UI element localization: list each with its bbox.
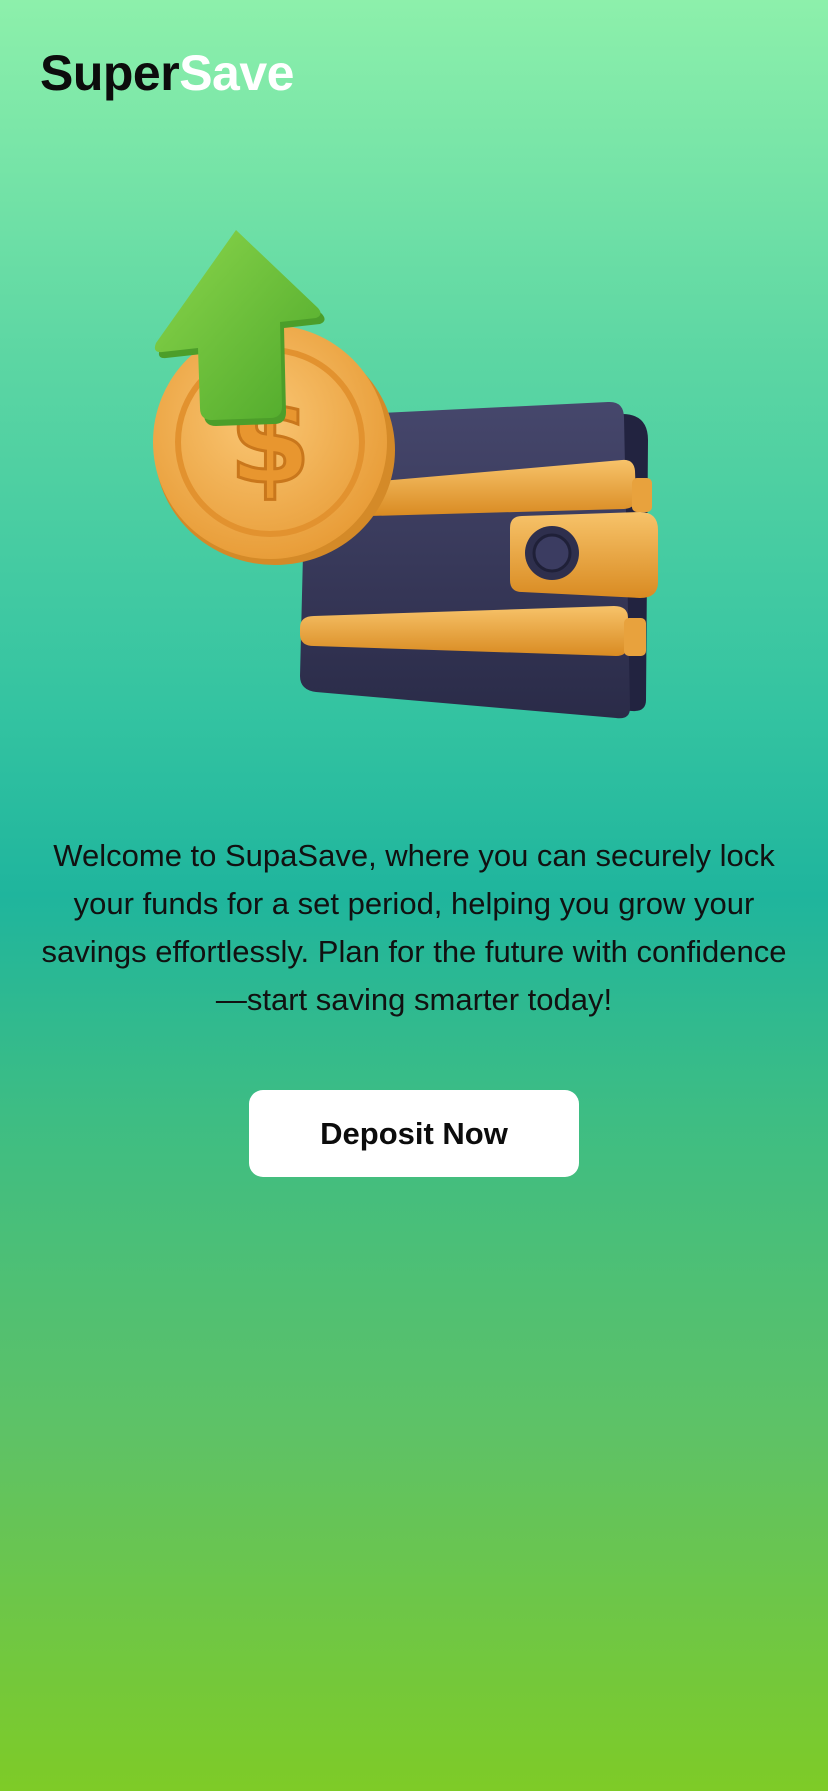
app-logo: SuperSave <box>40 44 294 102</box>
deposit-now-button[interactable]: Deposit Now <box>249 1090 579 1177</box>
welcome-message: Welcome to SupaSave, where you can secur… <box>41 838 787 1017</box>
logo-text-super: Super <box>40 45 180 101</box>
logo-text-save: Save <box>179 45 294 101</box>
wallet-coin-arrow-illustration: $ <box>153 230 658 719</box>
